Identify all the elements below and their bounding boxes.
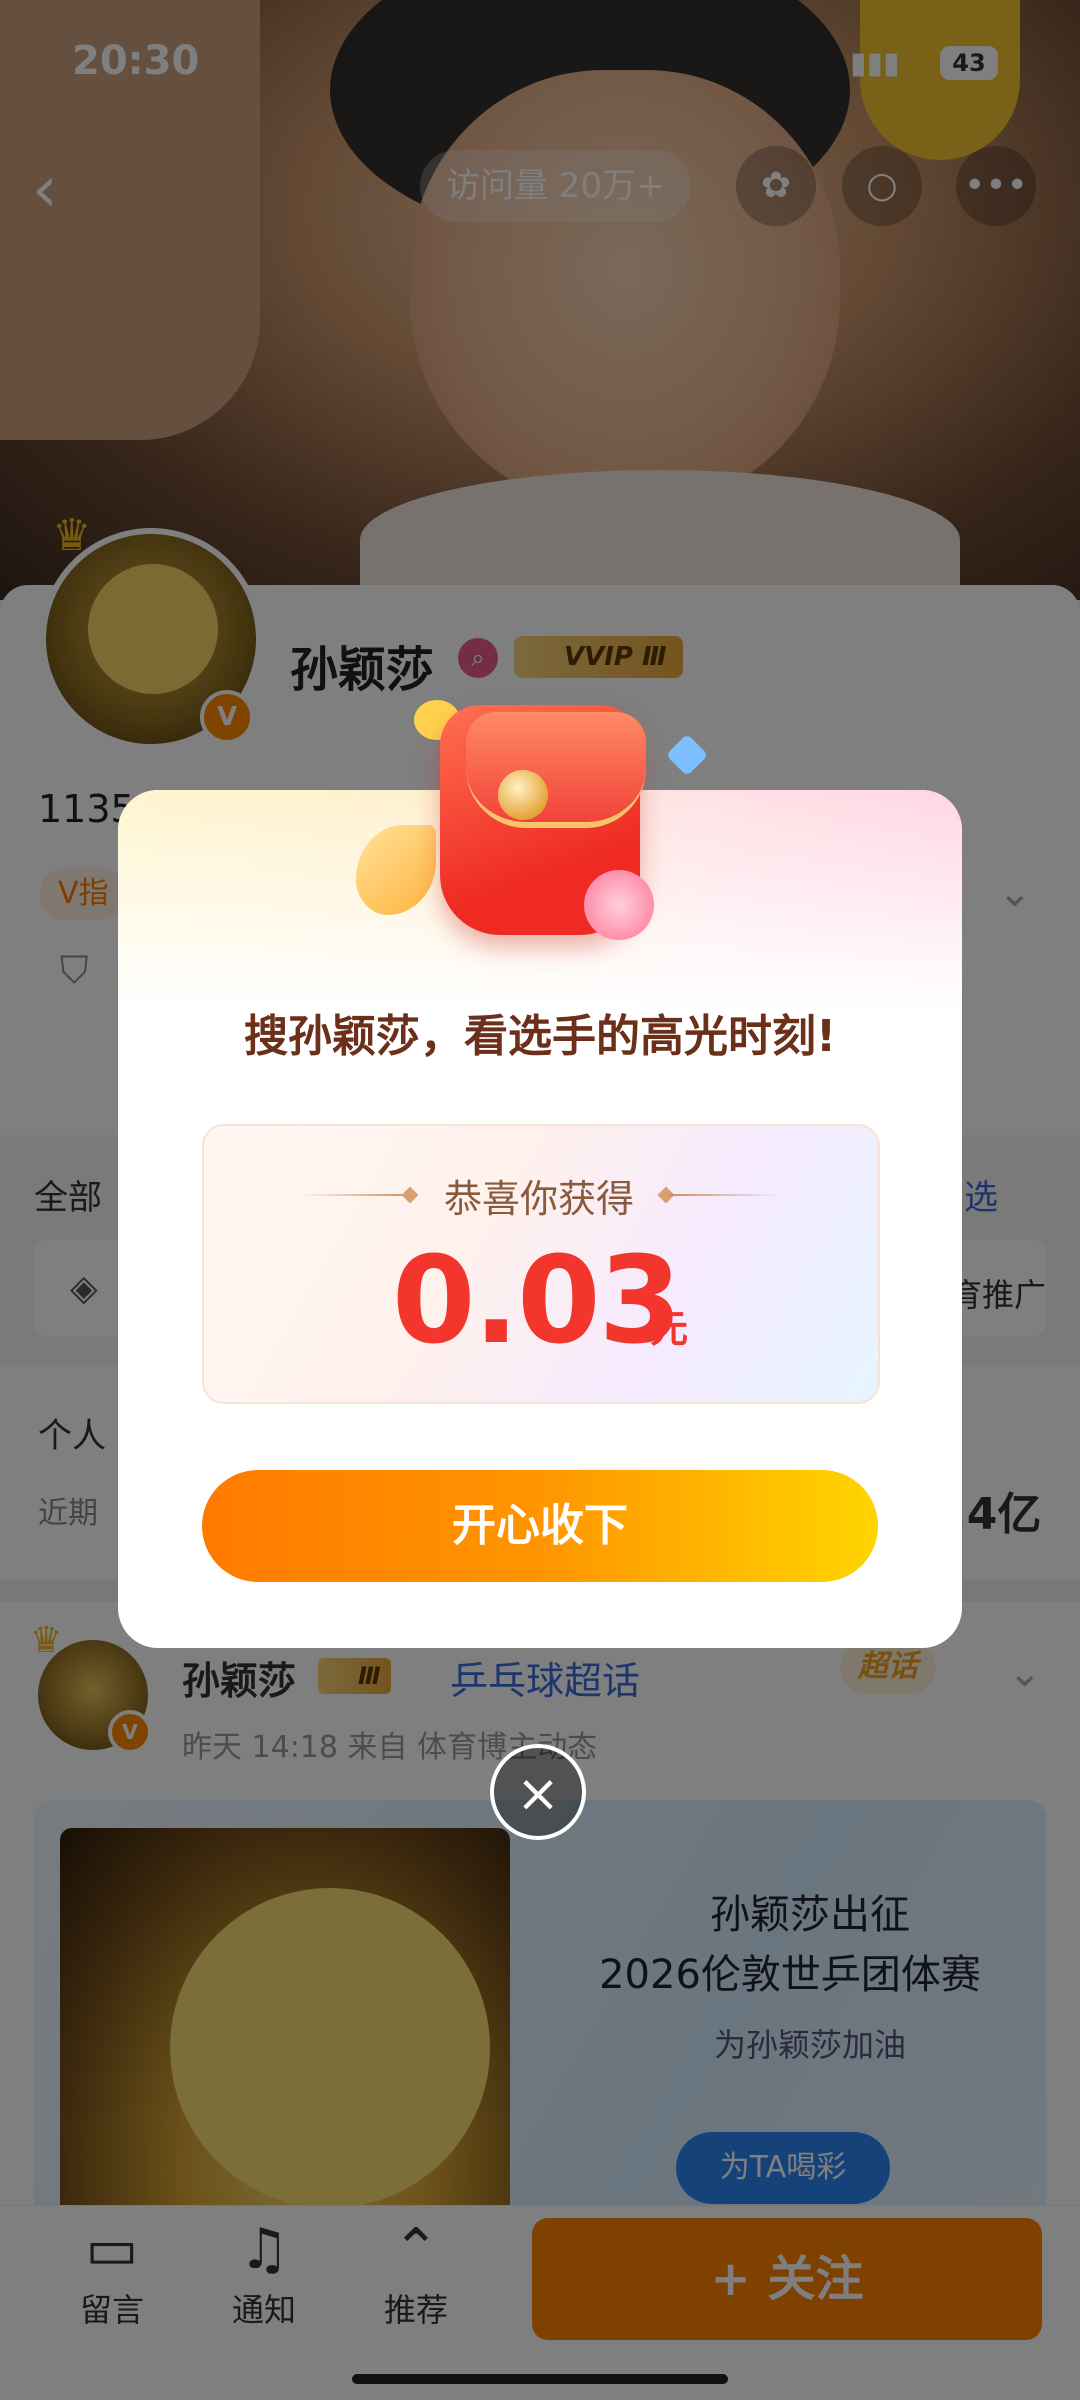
modal-title: 搜孙颖莎，看选手的高光时刻! [243,1011,837,1062]
decor-line [668,1194,780,1196]
red-envelope-clasp [498,770,548,820]
close-icon[interactable]: × [490,1744,586,1840]
prize-amount: 0.03 [392,1232,682,1371]
accept-button[interactable]: 开心收下 [202,1470,878,1582]
prize-unit: 元 [650,1307,689,1351]
red-envelope-flap [466,712,646,828]
decor-flower [584,870,654,940]
